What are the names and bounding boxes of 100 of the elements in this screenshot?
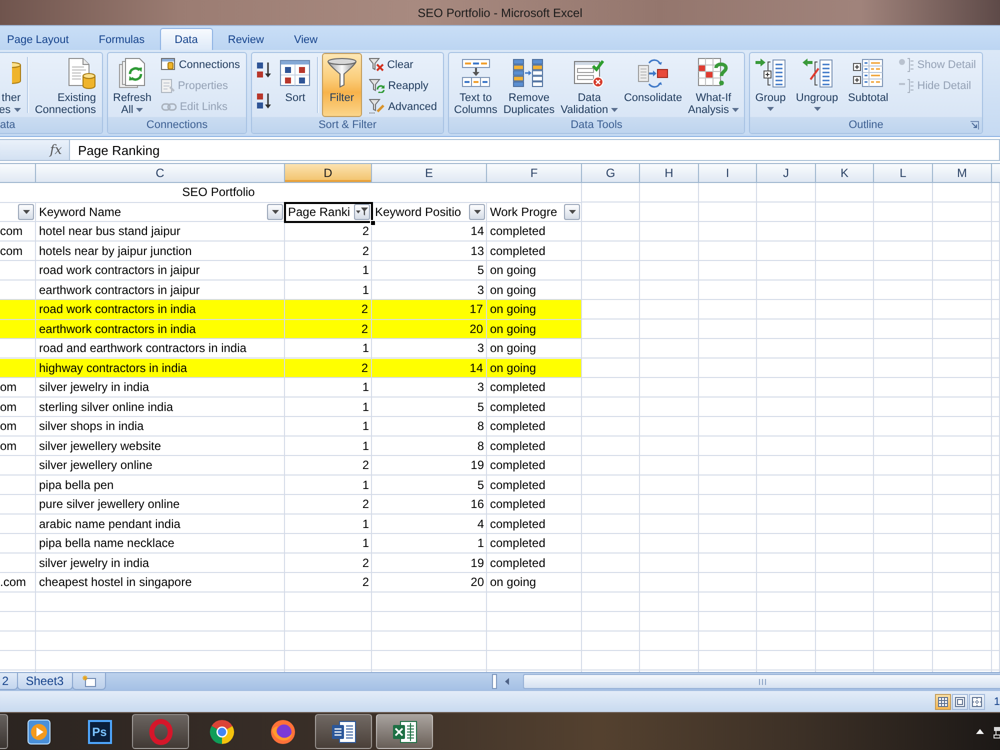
group-label: Connections (146, 119, 208, 131)
taskbar-button[interactable] (376, 714, 433, 749)
launcher-arrow-icon (970, 120, 978, 130)
table-cell-text: 1 (361, 476, 370, 494)
ribbon-button[interactable]: Consolidate (622, 53, 684, 117)
column-header[interactable]: I (699, 164, 757, 182)
sheet-tab[interactable]: Sheet3 (16, 673, 73, 690)
ribbon-tab[interactable]: Page Layout (0, 28, 84, 50)
filter-button[interactable] (564, 204, 580, 220)
table-cell-text: 3 (476, 340, 485, 357)
caret-icon (22, 210, 30, 214)
filter-button[interactable] (354, 204, 370, 220)
column-header[interactable]: E (372, 164, 487, 182)
zoom-level[interactable]: 1 (994, 696, 1000, 708)
column-header[interactable]: K (816, 164, 874, 182)
sort-descending-icon (257, 93, 272, 110)
table-cell-text: 2 (361, 457, 370, 474)
view-button[interactable] (934, 694, 951, 710)
table-cell-text: silver jewellery website (38, 438, 162, 454)
funnel-refresh-icon (369, 78, 386, 92)
ribbon-button[interactable]: Sort (278, 53, 312, 117)
ribbon-button[interactable] (255, 60, 274, 80)
column-header[interactable]: D (285, 164, 372, 182)
ribbon-button[interactable]: Advanced (366, 96, 440, 117)
ribbon-button[interactable]: Text to Columns (452, 53, 500, 117)
scrollbar-thumb[interactable] (523, 674, 1000, 689)
text-columns-icon (462, 59, 490, 87)
table-cell-text: 8 (476, 418, 485, 435)
formula-input[interactable]: Page Ranking (70, 139, 1000, 161)
ring-icon (148, 718, 172, 744)
show-detail-icon (899, 58, 914, 72)
funnel-pencil-icon (369, 99, 386, 114)
ribbon-button[interactable]: Data Validation (558, 53, 620, 117)
column-header[interactable]: F (487, 164, 582, 182)
split-handle[interactable] (492, 674, 497, 689)
table-cell: on going (487, 300, 582, 320)
ribbon-button[interactable] (255, 91, 274, 112)
table-cell: on going (487, 320, 582, 339)
column-header[interactable]: J (757, 164, 816, 182)
table-cell: 2 (285, 320, 372, 339)
tray-icon[interactable] (993, 724, 1000, 738)
tray-arrow-icon[interactable] (976, 729, 984, 734)
table-cell-text: 1 (361, 282, 370, 298)
ribbon-button[interactable]: What-If Analysis (686, 53, 741, 117)
ribbon-button[interactable]: Subtotal (846, 53, 890, 117)
ribbon-button[interactable]: Existing Connections (32, 53, 98, 117)
form-check-icon (574, 58, 604, 88)
ribbon-button[interactable]: Clear (366, 54, 440, 75)
table-cell-text: completed (489, 242, 546, 260)
ribbon-tab[interactable]: Data (160, 28, 213, 50)
column-heading: Work Progre (490, 204, 558, 219)
ribbon-button[interactable]: Connections (158, 54, 243, 75)
ribbon-button[interactable]: Group (753, 53, 788, 117)
table-cell-text: com (0, 223, 24, 240)
table-cell-text: 20 (470, 574, 485, 591)
ribbon-tab[interactable]: Formulas (84, 28, 160, 50)
column-header[interactable]: L (874, 164, 933, 182)
insert-function-button[interactable]: fx (46, 142, 65, 158)
funnel-caret-icon (356, 207, 368, 216)
taskbar-button[interactable]: Ps (71, 714, 128, 749)
taskbar-button[interactable] (315, 714, 372, 749)
filter-button[interactable] (469, 204, 485, 220)
filter-button[interactable] (18, 204, 34, 220)
window-title: SEO Portfolio - Microsoft Excel (418, 6, 582, 20)
ribbon-button[interactable]: Ungroup (794, 53, 840, 117)
filter-button[interactable] (267, 204, 283, 220)
ribbon-tab[interactable]: View (278, 28, 333, 50)
dialog-launcher-button[interactable] (969, 120, 979, 130)
ribbon-button[interactable]: Filter (322, 53, 362, 117)
ribbon-button[interactable]: Remove Duplicates (501, 53, 557, 117)
taskbar-button[interactable] (0, 714, 8, 749)
column-heading: Page Ranki (288, 204, 352, 219)
new-sheet-icon (82, 675, 96, 687)
column-header[interactable]: H (640, 164, 699, 182)
table-cell-text: 2 (361, 574, 370, 591)
table-cell-text: completed (489, 476, 546, 494)
view-button[interactable] (968, 694, 985, 710)
view-button[interactable] (952, 694, 968, 710)
table-cell-text: 14 (470, 223, 485, 240)
page-icon (954, 696, 965, 706)
database-icon (12, 62, 21, 84)
insert-sheet-button[interactable] (72, 673, 106, 690)
table-cell-text: 2 (361, 496, 370, 513)
ribbon-tab[interactable]: Review (212, 28, 279, 50)
ribbon-button[interactable]: Reapply (366, 75, 440, 96)
sheet-tab[interactable]: 2 (0, 673, 18, 690)
table-cell-text: om (0, 379, 18, 396)
table-cell-text: 1 (361, 516, 370, 532)
table-cell-text: sterling silver online india (38, 398, 174, 416)
column-header[interactable]: G (582, 164, 640, 182)
table-cell-text: 5 (476, 262, 485, 279)
column-heading: Keyword Positio (375, 204, 462, 219)
fill-handle[interactable] (370, 220, 376, 226)
table-cell-text: pure silver jewellery online (38, 496, 181, 513)
column-header[interactable]: M (933, 164, 992, 182)
group-rows-icon (755, 58, 786, 88)
table-cell-text: silver jewelry in india (38, 554, 150, 572)
ribbon-button[interactable]: Refresh All (111, 53, 154, 117)
table-cell-text: completed (489, 496, 546, 513)
table-cell-text: 13 (470, 242, 485, 260)
